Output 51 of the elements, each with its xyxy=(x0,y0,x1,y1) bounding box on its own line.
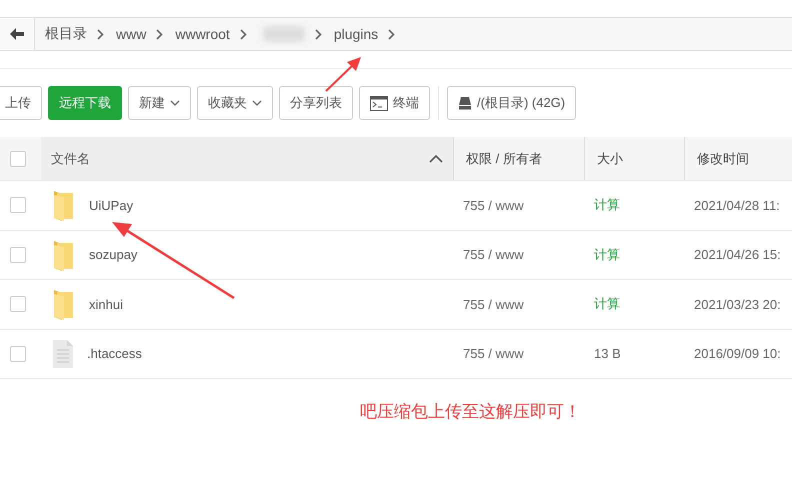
modified-cell-text: 2021/04/28 11: xyxy=(693,198,781,213)
terminal-icon xyxy=(370,96,388,110)
column-header[interactable]: 修改时间 xyxy=(697,150,749,168)
breadcrumb-item[interactable]: 根目录 xyxy=(35,25,91,43)
chevron-icon xyxy=(156,28,164,40)
row-checkbox[interactable] xyxy=(10,296,26,312)
breadcrumb-item[interactable]: plugins xyxy=(324,26,382,42)
modified-cell-text: 2021/03/23 20: xyxy=(693,296,782,312)
chevron-icon xyxy=(388,28,396,40)
chevron-icon xyxy=(240,28,247,40)
permission-cell-text: 755 / www xyxy=(462,247,525,262)
select-all-checkbox[interactable] xyxy=(10,150,26,166)
column-header[interactable]: 文件名 xyxy=(51,150,90,168)
caret-icon xyxy=(252,100,262,106)
row-checkbox[interactable] xyxy=(10,197,26,214)
dropdown-button[interactable]: 收藏夹 xyxy=(197,86,273,120)
sort-caret-icon[interactable] xyxy=(429,154,443,162)
folder-icon xyxy=(53,288,75,320)
row-checkbox[interactable] xyxy=(10,346,26,362)
caret-icon xyxy=(170,100,180,106)
file-name[interactable]: xinhui xyxy=(89,296,123,312)
toolbar-button[interactable]: 分享列表 xyxy=(279,86,353,120)
modified-cell-text: 2016/09/09 10: xyxy=(693,346,782,362)
permission-cell-text: 755 / www xyxy=(462,198,525,213)
annotation-arrow xyxy=(325,57,361,92)
permission-cell-text: 755 / www xyxy=(462,296,525,312)
blurred-segment xyxy=(262,26,305,42)
back-arrow-icon xyxy=(10,28,24,40)
folder-icon xyxy=(53,238,75,271)
modified-cell-text: 2021/04/26 15: xyxy=(693,247,782,262)
annotation-text: 吧压缩包上传至这解压即可！ xyxy=(360,401,581,423)
chevron-icon xyxy=(314,28,322,40)
back-button[interactable] xyxy=(0,18,35,50)
terminal-button[interactable]: 终端 xyxy=(359,86,430,120)
chevron-icon xyxy=(97,28,104,40)
permission-cell-text: 755 / www xyxy=(462,346,525,362)
dropdown-button[interactable]: 新建 xyxy=(128,86,191,120)
file-icon xyxy=(53,340,73,368)
size-cell-text: 13 B xyxy=(593,346,622,362)
disk-button[interactable]: /(根目录) (42G) xyxy=(447,86,576,120)
drive-icon xyxy=(458,96,472,110)
file-name[interactable]: sozupay xyxy=(89,247,138,262)
file-name[interactable]: .htaccess xyxy=(87,346,142,362)
breadcrumb-item[interactable]: wwwroot xyxy=(165,26,234,42)
breadcrumb-item[interactable]: www xyxy=(106,26,150,42)
row-checkbox[interactable] xyxy=(10,246,26,263)
column-header[interactable]: 权限 / 所有者 xyxy=(466,150,542,168)
column-header[interactable]: 大小 xyxy=(597,150,623,168)
file-name[interactable]: UiUPay xyxy=(89,198,134,213)
folder-icon xyxy=(53,189,75,222)
toolbar-button[interactable]: 上传 xyxy=(0,86,42,120)
